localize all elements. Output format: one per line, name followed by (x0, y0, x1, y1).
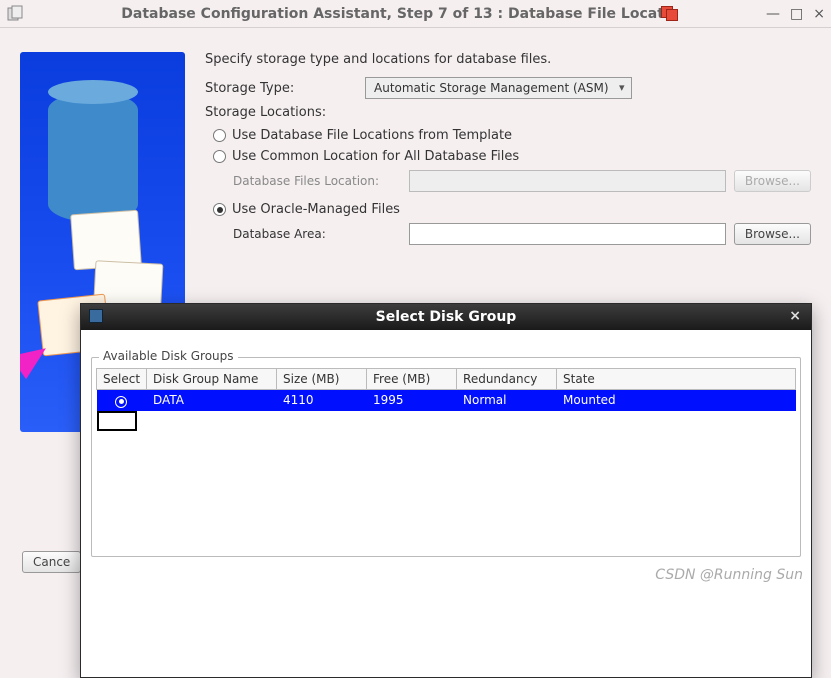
col-state[interactable]: State (557, 369, 796, 390)
cell-state: Mounted (557, 390, 796, 411)
window-title: Database Configuration Assistant, Step 7… (32, 6, 758, 22)
radio-common-label: Use Common Location for All Database Fil… (232, 149, 519, 164)
db-files-location-label: Database Files Location: (233, 174, 401, 188)
browse-area-button[interactable]: Browse... (734, 223, 811, 245)
storage-type-select[interactable]: Automatic Storage Management (ASM) (365, 77, 632, 99)
dialog-close-button[interactable]: × (789, 308, 801, 324)
row-select-radio[interactable] (115, 396, 127, 408)
disk-groups-table: Select Disk Group Name Size (MB) Free (M… (96, 368, 796, 431)
select-disk-group-dialog: Select Disk Group × Available Disk Group… (80, 303, 812, 678)
radio-omf[interactable] (213, 203, 226, 216)
col-size[interactable]: Size (MB) (277, 369, 367, 390)
cancel-button[interactable]: Cance (22, 551, 81, 573)
minimize-button[interactable]: — (766, 7, 780, 21)
focus-cell[interactable] (97, 411, 137, 431)
table-row[interactable]: DATA 4110 1995 Normal Mounted (97, 390, 796, 411)
table-row-empty (97, 411, 796, 431)
watermark: CSDN @Running Sun (655, 567, 803, 583)
col-redundancy[interactable]: Redundancy (457, 369, 557, 390)
dialog-titlebar: Select Disk Group × (81, 304, 811, 330)
radio-template-label: Use Database File Locations from Templat… (232, 128, 512, 143)
maximize-button[interactable]: □ (790, 7, 803, 21)
col-free[interactable]: Free (MB) (367, 369, 457, 390)
cell-size: 4110 (277, 390, 367, 411)
radio-common[interactable] (213, 150, 226, 163)
storage-locations-label: Storage Locations: (205, 105, 811, 120)
browse-files-button: Browse... (734, 170, 811, 192)
radio-omf-label: Use Oracle-Managed Files (232, 202, 400, 217)
disk-groups-fieldset: Select Disk Group Name Size (MB) Free (M… (91, 357, 801, 557)
col-name[interactable]: Disk Group Name (147, 369, 277, 390)
window-titlebar: Database Configuration Assistant, Step 7… (0, 0, 831, 28)
dialog-icon (89, 309, 103, 323)
cell-redundancy: Normal (457, 390, 557, 411)
storage-type-value: Automatic Storage Management (ASM) (374, 81, 609, 95)
cell-free: 1995 (367, 390, 457, 411)
instruction-text: Specify storage type and locations for d… (205, 52, 811, 67)
storage-type-label: Storage Type: (205, 81, 365, 96)
cell-name: DATA (147, 390, 277, 411)
dialog-title: Select Disk Group (376, 309, 517, 325)
overlap-windows-icon (661, 6, 681, 22)
db-area-input[interactable] (409, 223, 726, 245)
db-area-label: Database Area: (233, 227, 401, 241)
radio-template[interactable] (213, 129, 226, 142)
close-button[interactable]: × (813, 7, 825, 21)
db-files-location-input (409, 170, 726, 192)
available-disk-groups-label: Available Disk Groups (99, 349, 238, 363)
col-select[interactable]: Select (97, 369, 147, 390)
app-icon (6, 5, 24, 23)
